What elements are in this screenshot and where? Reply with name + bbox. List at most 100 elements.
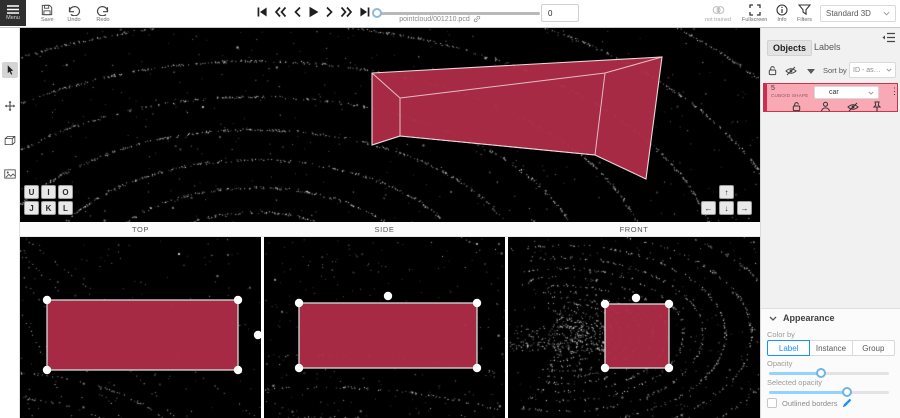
filters-button[interactable]: Filters xyxy=(797,4,812,23)
undo-button[interactable]: Undo xyxy=(67,4,81,23)
tab-labels[interactable]: Labels xyxy=(809,40,846,54)
camera-key-l[interactable]: L xyxy=(58,201,73,215)
object-label-select[interactable]: car xyxy=(814,86,879,99)
object-id: 5 xyxy=(771,85,775,92)
first-frame-button[interactable] xyxy=(256,6,268,18)
object-type: CUBOID SHAPE xyxy=(771,93,809,98)
jump-backward-button[interactable] xyxy=(274,6,287,18)
object-occluded-icon[interactable] xyxy=(820,101,831,112)
side-view-annotation[interactable] xyxy=(264,237,505,418)
top-view-annotation[interactable] xyxy=(20,237,261,418)
next-frame-button[interactable] xyxy=(325,6,334,18)
side-view-label: SIDE xyxy=(264,225,505,234)
move-icon xyxy=(4,100,16,112)
play-button[interactable] xyxy=(308,6,319,18)
fullscreen-icon xyxy=(749,4,761,16)
lock-all-icon[interactable] xyxy=(767,65,778,76)
view-label-strip: TOP SIDE FRONT xyxy=(20,222,760,237)
fullscreen-label: Fullscreen xyxy=(742,17,767,23)
rotate-handle[interactable] xyxy=(254,331,261,339)
rotate-handle[interactable] xyxy=(384,292,392,300)
undo-label: Undo xyxy=(67,17,80,23)
outlined-borders-row: Outlined borders xyxy=(767,398,852,408)
opacity-slider[interactable] xyxy=(769,368,889,378)
perspective-view[interactable]: U I O J K L ↑ ← ↓ → xyxy=(20,28,760,222)
chevron-down-icon xyxy=(886,68,892,72)
selected-opacity-slider[interactable] xyxy=(769,387,889,397)
appearance-header[interactable]: Appearance xyxy=(769,313,835,323)
expand-all-icon[interactable] xyxy=(806,68,816,75)
annotation-app: Menu Save Undo Redo pointcloud/0012 xyxy=(0,0,900,418)
camera-key-j[interactable]: J xyxy=(24,201,39,215)
arrow-right-key[interactable]: → xyxy=(737,201,752,215)
chevron-down-icon xyxy=(868,91,874,95)
filename: pointcloud/001210.pcd xyxy=(399,16,469,23)
camera-key-o[interactable]: O xyxy=(58,185,73,199)
slider-fill xyxy=(769,372,821,375)
object-label-value: car xyxy=(829,89,839,96)
front-view-annotation[interactable] xyxy=(508,237,760,418)
info-button[interactable]: Info xyxy=(776,4,788,23)
selected-opacity-slider-handle[interactable] xyxy=(842,387,852,397)
hamburger-icon xyxy=(7,5,19,14)
link-icon[interactable] xyxy=(473,15,481,23)
menu-button[interactable]: Menu xyxy=(0,0,26,26)
outlined-borders-label: Outlined borders xyxy=(782,399,837,408)
color-by-instance-button[interactable]: Instance xyxy=(809,340,852,356)
color-by-label-button[interactable]: Label xyxy=(767,340,810,356)
info-icon xyxy=(776,4,788,16)
save-icon xyxy=(41,4,53,16)
menu-label: Menu xyxy=(6,15,20,21)
sort-value: ID - as… xyxy=(853,67,881,74)
tab-objects[interactable]: Objects xyxy=(767,40,812,56)
arrow-down-key[interactable]: ↓ xyxy=(719,201,734,215)
cuboid-annotation[interactable] xyxy=(20,28,760,222)
rotate-handle[interactable] xyxy=(632,294,640,302)
edit-pencil-icon[interactable] xyxy=(842,398,852,408)
left-toolbar xyxy=(0,28,20,418)
object-hide-icon[interactable] xyxy=(847,102,859,112)
redo-button[interactable]: Redo xyxy=(96,4,110,23)
opacity-slider-handle[interactable] xyxy=(816,368,826,378)
hide-all-icon[interactable] xyxy=(785,66,797,76)
camera-key-u[interactable]: U xyxy=(24,185,39,199)
color-by-group: Label Instance Group xyxy=(767,340,895,356)
camera-key-k[interactable]: K xyxy=(41,201,56,215)
previous-frame-button[interactable] xyxy=(293,6,302,18)
arrow-up-key[interactable]: ↑ xyxy=(719,185,734,199)
cursor-tool-button[interactable] xyxy=(2,62,18,78)
chevron-down-icon xyxy=(883,11,890,16)
selected-opacity-label: Selected opacity xyxy=(767,378,822,387)
cursor-icon xyxy=(5,64,16,76)
move-tool-button[interactable] xyxy=(2,98,18,114)
collapse-sidebar-icon[interactable] xyxy=(882,31,896,44)
redo-label: Redo xyxy=(96,17,109,23)
cuboid-tool-button[interactable] xyxy=(2,132,18,148)
ai-tools-button[interactable]: not trained xyxy=(703,4,733,23)
save-button[interactable]: Save xyxy=(41,4,54,23)
color-by-group-button[interactable]: Group xyxy=(852,340,895,356)
ai-tools-label: not trained xyxy=(705,17,731,23)
image-context-button[interactable] xyxy=(2,166,18,182)
arrow-left-key[interactable]: ← xyxy=(701,201,716,215)
top-ortho-view[interactable] xyxy=(20,237,261,418)
fullscreen-button[interactable]: Fullscreen xyxy=(742,4,767,23)
cuboid-icon xyxy=(4,135,16,146)
redo-icon xyxy=(96,4,110,16)
camera-key-i[interactable]: I xyxy=(41,185,56,199)
object-actions-menu[interactable]: ⋮ xyxy=(890,85,899,98)
filters-label: Filters xyxy=(797,17,812,23)
outlined-borders-checkbox[interactable] xyxy=(767,398,777,408)
appearance-panel: Appearance Color by Label Instance Group… xyxy=(761,308,900,418)
front-ortho-view[interactable] xyxy=(508,237,760,418)
workspace-select[interactable]: Standard 3D xyxy=(820,5,896,22)
frame-number-input[interactable] xyxy=(541,4,579,22)
object-item-car[interactable]: 5 CUBOID SHAPE car ⋮ xyxy=(763,83,898,112)
side-ortho-view[interactable] xyxy=(264,237,505,418)
sort-select[interactable]: ID - as… xyxy=(849,62,896,78)
object-color-bar xyxy=(764,84,767,111)
image-icon xyxy=(4,169,16,179)
object-pin-icon[interactable] xyxy=(872,101,882,112)
filters-icon xyxy=(798,4,811,16)
object-lock-icon[interactable] xyxy=(791,101,802,112)
